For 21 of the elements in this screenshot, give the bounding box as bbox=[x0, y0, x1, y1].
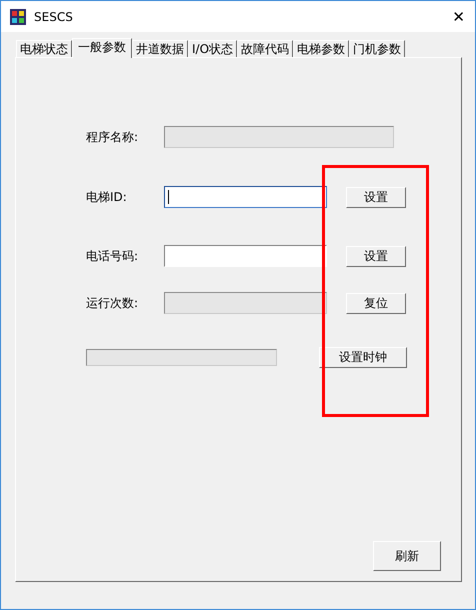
input-field[interactable] bbox=[164, 186, 327, 208]
window-title: SESCS bbox=[34, 10, 73, 24]
tab[interactable]: 井道数据 bbox=[132, 40, 188, 57]
action-button[interactable]: 设置 bbox=[346, 246, 406, 266]
action-button[interactable]: 设置 bbox=[346, 186, 406, 208]
input-field[interactable] bbox=[164, 245, 327, 267]
tab[interactable]: I/O状态 bbox=[188, 40, 238, 57]
field-label: 程序名称: bbox=[86, 128, 140, 146]
field-label: 电梯ID: bbox=[86, 188, 128, 206]
app-icon bbox=[10, 8, 26, 24]
field-label: 运行次数: bbox=[86, 294, 140, 312]
close-button[interactable]: ✕ bbox=[452, 8, 465, 26]
tab[interactable]: 电梯状态 bbox=[16, 40, 72, 57]
field-label: 电话号码: bbox=[86, 248, 140, 264]
tab[interactable]: 故障代码 bbox=[237, 40, 294, 57]
tab[interactable]: 一般参数 bbox=[72, 38, 132, 58]
tab[interactable]: 电梯参数 bbox=[293, 40, 350, 57]
refresh-button[interactable]: 刷新 bbox=[373, 541, 441, 571]
action-button[interactable]: 设置时钟 bbox=[319, 346, 407, 368]
tab[interactable]: 门机参数 bbox=[349, 40, 406, 57]
action-button[interactable]: 复位 bbox=[346, 292, 406, 314]
